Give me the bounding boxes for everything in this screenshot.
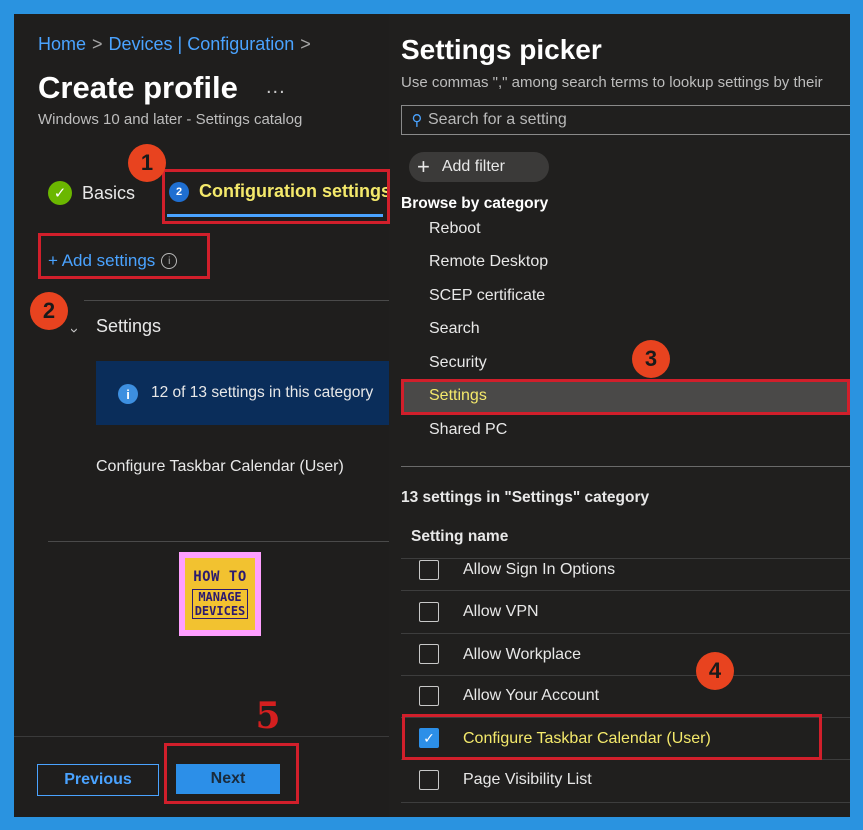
tab-basics[interactable]: ✓ Basics — [48, 181, 135, 205]
chevron-down-icon[interactable]: › — [66, 328, 83, 333]
more-options-icon[interactable]: ... — [266, 76, 286, 99]
setting-row-label: Allow VPN — [463, 603, 539, 620]
setting-row-label: Allow Workplace — [463, 646, 581, 663]
breadcrumb-devices-configuration[interactable]: Devices | Configuration — [109, 34, 295, 54]
row-divider — [401, 675, 850, 676]
search-box[interactable]: ⚲ — [401, 105, 850, 135]
category-reboot[interactable]: Reboot — [429, 220, 481, 238]
row-divider — [401, 590, 850, 591]
divider — [401, 466, 850, 467]
search-icon: ⚲ — [411, 112, 423, 129]
settings-picker-title: Settings picker — [401, 34, 602, 65]
annotation-box-configuration-tab — [162, 169, 390, 224]
setting-row-label: Page Visibility List — [463, 771, 592, 788]
page-title: Create profile — [38, 70, 238, 105]
how-to-manage-devices-logo: HOW TO MANAGE DEVICES — [179, 552, 261, 636]
checkbox-allow-workplace[interactable] — [419, 644, 439, 664]
setting-row-label: Allow Your Account — [463, 687, 600, 704]
breadcrumb-separator: > — [300, 34, 311, 54]
annotation-badge-3: 3 — [632, 340, 670, 378]
checkbox-allow-your-account[interactable] — [419, 686, 439, 706]
annotation-badge-2: 2 — [30, 292, 68, 330]
divider — [84, 300, 389, 301]
category-search[interactable]: Search — [429, 320, 480, 338]
settings-picker-pane: Settings picker Use commas "," among sea… — [389, 14, 850, 817]
annotation-badge-5: 5 — [255, 695, 281, 737]
annotation-box-settings-category — [401, 379, 850, 415]
setting-row-label: Allow Sign In Options — [463, 561, 616, 578]
checkbox-allow-sign-in-options[interactable] — [419, 560, 439, 580]
add-filter-label: Add filter — [441, 158, 505, 175]
annotation-badge-1: 1 — [128, 144, 166, 182]
search-input[interactable] — [428, 111, 828, 129]
create-profile-pane: Home > Devices | Configuration > Create pro… — [14, 14, 389, 817]
divider — [48, 541, 389, 542]
annotation-box-taskbar-calendar — [402, 714, 822, 760]
annotation-badge-4: 4 — [696, 652, 734, 690]
annotation-box-next-button — [164, 743, 299, 804]
column-header-setting-name[interactable]: Setting name — [411, 528, 508, 546]
screenshot-frame: Home > Devices | Configuration > Create pro… — [14, 14, 850, 817]
checkbox-allow-vpn[interactable] — [419, 602, 439, 622]
breadcrumb: Home > Devices | Configuration > — [38, 34, 317, 55]
tab-basics-label: Basics — [82, 182, 136, 203]
previous-button[interactable]: Previous — [37, 764, 159, 796]
category-scep-certificate[interactable]: SCEP certificate — [429, 287, 545, 305]
configured-setting-label: Configure Taskbar Calendar (User) — [96, 458, 344, 475]
category-remote-desktop[interactable]: Remote Desktop — [429, 253, 548, 271]
footer-divider — [14, 736, 389, 737]
category-security[interactable]: Security — [429, 354, 487, 372]
plus-icon: + — [417, 154, 430, 179]
row-divider — [401, 802, 850, 803]
info-icon: i — [118, 384, 138, 404]
info-banner-text: 12 of 13 settings in this category — [151, 384, 374, 401]
settings-picker-subtitle: Use commas "," among search terms to loo… — [401, 74, 823, 91]
checkbox-page-visibility-list[interactable] — [419, 770, 439, 790]
checkmark-icon: ✓ — [48, 181, 72, 205]
info-banner: i 12 of 13 settings in this category — [96, 361, 389, 425]
page-subtitle: Windows 10 and later - Settings catalog — [38, 111, 303, 128]
add-filter-button[interactable]: + Add filter — [409, 152, 549, 182]
category-shared-pc[interactable]: Shared PC — [429, 421, 507, 439]
category-settings-count: 13 settings in "Settings" category — [401, 489, 650, 506]
row-divider — [401, 558, 850, 559]
browse-by-category-heading: Browse by category — [401, 195, 549, 212]
breadcrumb-home[interactable]: Home — [38, 34, 86, 54]
row-divider — [401, 633, 850, 634]
breadcrumb-separator: > — [92, 34, 103, 54]
annotation-box-add-settings — [38, 233, 210, 279]
settings-section-heading[interactable]: Settings — [96, 316, 161, 337]
